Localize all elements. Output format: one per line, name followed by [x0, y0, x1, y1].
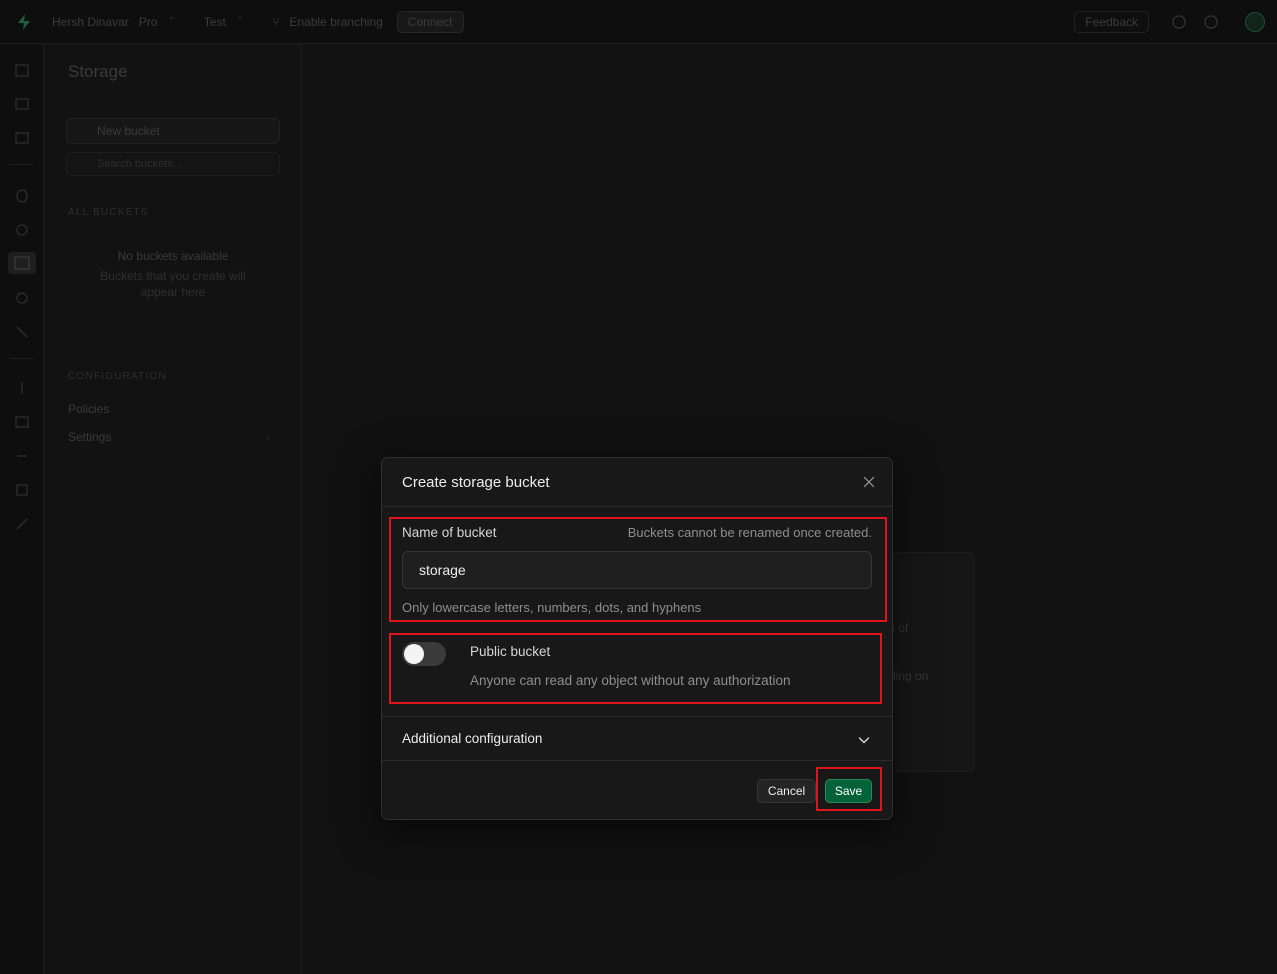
chevron-updown-icon[interactable]: ⌃	[236, 16, 244, 27]
auth-icon[interactable]	[14, 222, 30, 238]
create-bucket-dialog: Create storage bucket Name of bucket Buc…	[381, 457, 893, 820]
project-name[interactable]: Test	[204, 15, 226, 29]
dialog-header: Create storage bucket	[382, 458, 892, 507]
new-bucket-button[interactable]: New bucket	[66, 118, 280, 144]
org-plan-badge: Pro	[138, 14, 158, 29]
enable-branching-link[interactable]: Enable branching	[289, 15, 382, 29]
left-nav	[0, 44, 44, 974]
storage-side-panel: Storage New bucket Search buckets... ALL…	[44, 44, 302, 974]
card-text: ding on	[889, 669, 929, 683]
integrations-icon[interactable]	[14, 516, 30, 532]
close-icon	[863, 476, 875, 488]
configuration-heading: CONFIGURATION	[68, 371, 167, 382]
chevron-down-icon	[858, 737, 870, 744]
save-button[interactable]: Save	[825, 779, 872, 803]
bucket-name-label: Name of bucket	[402, 525, 497, 540]
additional-configuration-label: Additional configuration	[402, 731, 543, 746]
public-bucket-toggle[interactable]	[402, 642, 446, 666]
advisors-icon[interactable]	[14, 380, 30, 396]
chevron-updown-icon[interactable]: ⌃	[167, 16, 175, 27]
notifications-icon[interactable]	[1203, 14, 1219, 30]
close-button[interactable]	[860, 473, 878, 491]
top-bar: Hersh Dinavar Pro ⌃ Test ⌃ ⑂ Enable bran…	[0, 0, 1277, 44]
empty-state-description: Buckets that you create will appear here	[100, 269, 246, 299]
cancel-button[interactable]: Cancel	[757, 779, 816, 803]
api-docs-icon[interactable]	[14, 482, 30, 498]
panel-title: Storage	[68, 62, 128, 81]
feedback-button[interactable]: Feedback	[1074, 10, 1149, 33]
logs-icon[interactable]	[14, 448, 30, 464]
public-bucket-description: Anyone can read any object without any a…	[470, 673, 791, 688]
empty-state-title: No buckets available	[117, 249, 229, 263]
all-buckets-heading: ALL BUCKETS	[68, 207, 149, 218]
additional-configuration-toggle[interactable]: Additional configuration	[382, 716, 892, 761]
bucket-name-help: Only lowercase letters, numbers, dots, a…	[402, 600, 702, 615]
highlight-public-toggle	[389, 633, 882, 704]
sql-editor-icon[interactable]	[14, 130, 30, 146]
user-avatar[interactable]	[1245, 11, 1265, 32]
chevron-right-icon: ›	[266, 432, 270, 443]
edge-functions-icon[interactable]	[14, 290, 30, 306]
database-icon[interactable]	[14, 188, 30, 204]
branch-icon: ⑂	[272, 14, 280, 29]
supabase-logo-icon[interactable]	[14, 12, 34, 32]
settings-link[interactable]: Settings	[68, 430, 111, 444]
org-name[interactable]: Hersh Dinavar	[52, 15, 129, 29]
bucket-name-note: Buckets cannot be renamed once created.	[627, 525, 872, 540]
help-icon[interactable]	[1171, 14, 1187, 30]
policies-link[interactable]: Policies	[68, 402, 109, 416]
storage-icon[interactable]	[8, 252, 36, 274]
bucket-name-input[interactable]	[402, 551, 872, 589]
home-icon[interactable]	[14, 62, 30, 78]
realtime-icon[interactable]	[14, 324, 30, 340]
reports-icon[interactable]	[14, 414, 30, 430]
search-buckets-input[interactable]: Search buckets...	[66, 152, 280, 176]
table-editor-icon[interactable]	[14, 96, 30, 112]
toggle-knob	[404, 644, 424, 664]
dialog-title: Create storage bucket	[402, 474, 550, 491]
public-bucket-label: Public bucket	[470, 644, 551, 659]
connect-button[interactable]: Connect	[396, 10, 464, 33]
